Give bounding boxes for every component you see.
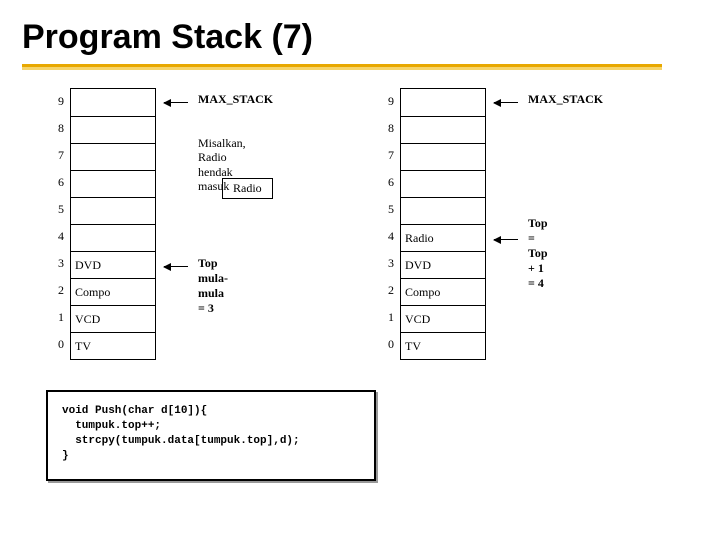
index-label: 5 [376, 202, 394, 217]
stack-cell [401, 89, 485, 116]
stack-cells-left: DVD Compo VCD TV [70, 88, 156, 360]
top-label-left: Top mula-mula = 3 [198, 256, 228, 316]
max-stack-label-right: MAX_STACK [528, 92, 603, 107]
code-line: void Push(char d[10]){ [62, 405, 207, 417]
stack-cell: Compo [401, 278, 485, 305]
index-label: 6 [376, 175, 394, 190]
stack-cell: DVD [71, 251, 155, 278]
index-label: 2 [376, 283, 394, 298]
stack-cell [71, 224, 155, 251]
index-label: 5 [46, 202, 64, 217]
stack-cell [71, 170, 155, 197]
code-snippet: void Push(char d[10]){ tumpuk.top++; str… [46, 390, 376, 481]
stack-cell: Radio [401, 224, 485, 251]
stack-cell [71, 197, 155, 224]
index-label: 8 [46, 121, 64, 136]
stack-cell: VCD [401, 305, 485, 332]
slide-title: Program Stack (7) [22, 18, 313, 57]
stack-cell: VCD [71, 305, 155, 332]
stack-cell: TV [401, 332, 485, 359]
stack-cell [401, 170, 485, 197]
index-label: 8 [376, 121, 394, 136]
stack-cell [401, 116, 485, 143]
index-label: 7 [376, 148, 394, 163]
diagram-area: 9 8 7 6 5 4 3 2 1 0 DVD Compo VCD TV MAX… [46, 88, 686, 383]
index-label: 3 [46, 256, 64, 271]
arrow-left-icon [494, 233, 520, 247]
stack-cell [401, 197, 485, 224]
index-label: 0 [46, 337, 64, 352]
stack-cell: TV [71, 332, 155, 359]
arrow-left-icon [164, 96, 190, 110]
index-label: 3 [376, 256, 394, 271]
code-line: } [62, 450, 69, 462]
index-label: 9 [46, 94, 64, 109]
stack-cell [71, 89, 155, 116]
stack-cell [71, 116, 155, 143]
radio-item-box: Radio [222, 178, 273, 199]
index-label: 9 [376, 94, 394, 109]
index-label: 4 [46, 229, 64, 244]
title-underline [22, 64, 662, 70]
index-label: 7 [46, 148, 64, 163]
index-label: 1 [376, 310, 394, 325]
stack-cells-right: Radio DVD Compo VCD TV [400, 88, 486, 360]
max-stack-label-left: MAX_STACK [198, 92, 273, 107]
index-label: 1 [46, 310, 64, 325]
index-label: 4 [376, 229, 394, 244]
top-label-right: Top = Top + 1 = 4 [528, 216, 548, 291]
stack-cell [71, 143, 155, 170]
code-line: strcpy(tumpuk.data[tumpuk.top],d); [62, 435, 300, 447]
code-line: tumpuk.top++; [62, 420, 161, 432]
stack-cell [401, 143, 485, 170]
stack-cell: Compo [71, 278, 155, 305]
arrow-left-icon [164, 260, 190, 274]
index-label: 2 [46, 283, 64, 298]
stack-cell: DVD [401, 251, 485, 278]
index-label: 6 [46, 175, 64, 190]
index-label: 0 [376, 337, 394, 352]
arrow-left-icon [494, 96, 520, 110]
